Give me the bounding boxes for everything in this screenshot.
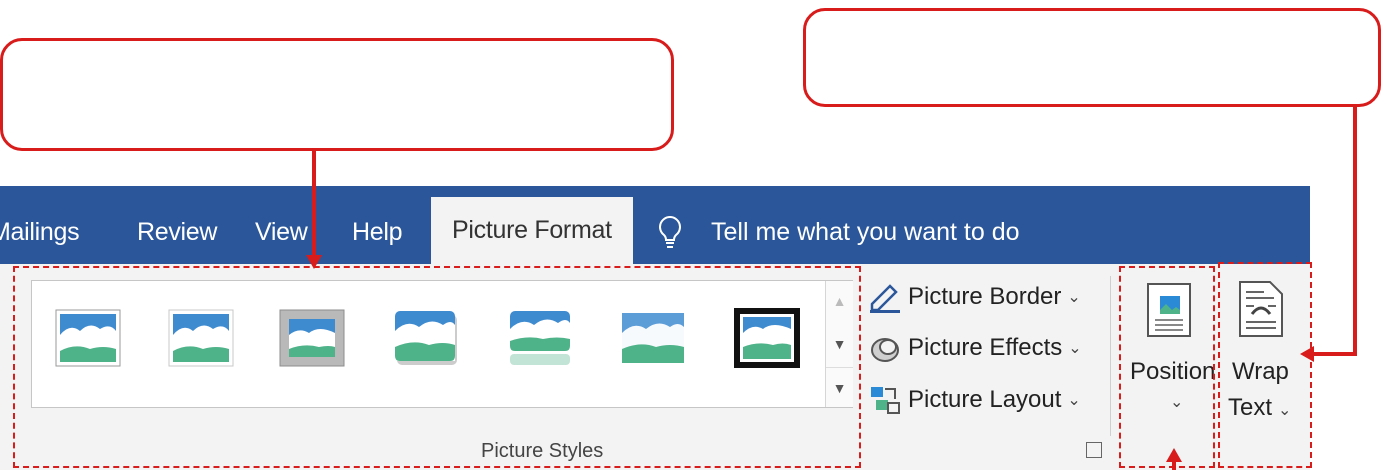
picture-effects-label: Picture Effects — [908, 334, 1063, 361]
chevron-down-icon: ⌄ — [1067, 392, 1081, 409]
callout-box-right — [803, 8, 1381, 107]
lightbulb-icon — [659, 215, 681, 248]
picture-border-label: Picture Border — [908, 283, 1062, 310]
arrowhead-left-icon — [1300, 346, 1314, 362]
tab-review[interactable]: Review — [137, 217, 217, 247]
tell-me-text: Tell me what you want to do — [711, 217, 1020, 246]
picture-effects-icon — [871, 338, 899, 362]
tell-me-box[interactable]: Tell me what you want to do — [655, 214, 1020, 250]
picture-border-icon — [870, 284, 900, 313]
chevron-down-icon: ⌄ — [1067, 289, 1081, 306]
connector-line-position — [1172, 460, 1176, 470]
highlight-position — [1119, 266, 1215, 468]
group-separator — [1110, 276, 1111, 436]
tab-mailings[interactable]: Mailings — [0, 217, 80, 247]
chevron-down-icon: ⌄ — [1068, 340, 1082, 357]
picture-layout-label: Picture Layout — [908, 386, 1062, 413]
picture-layout-button[interactable]: Picture Layout ⌄ — [868, 382, 1081, 418]
connector-line-right-vertical — [1353, 106, 1357, 356]
connector-line-left — [312, 151, 316, 257]
picture-border-button[interactable]: Picture Border ⌄ — [868, 279, 1081, 315]
highlight-picture-styles — [13, 266, 861, 468]
dialog-launcher-icon[interactable] — [1086, 442, 1102, 458]
tab-picture-format[interactable]: Picture Format — [431, 197, 633, 264]
arrowhead-down-icon — [306, 255, 322, 269]
callout-box-left — [0, 38, 674, 151]
picture-layout-icon — [871, 387, 900, 414]
tab-help[interactable]: Help — [352, 217, 403, 247]
picture-effects-button[interactable]: Picture Effects ⌄ — [868, 330, 1082, 366]
highlight-wrap-text — [1218, 262, 1312, 468]
connector-line-right-horizontal — [1312, 352, 1357, 356]
tab-view[interactable]: View — [255, 217, 308, 247]
